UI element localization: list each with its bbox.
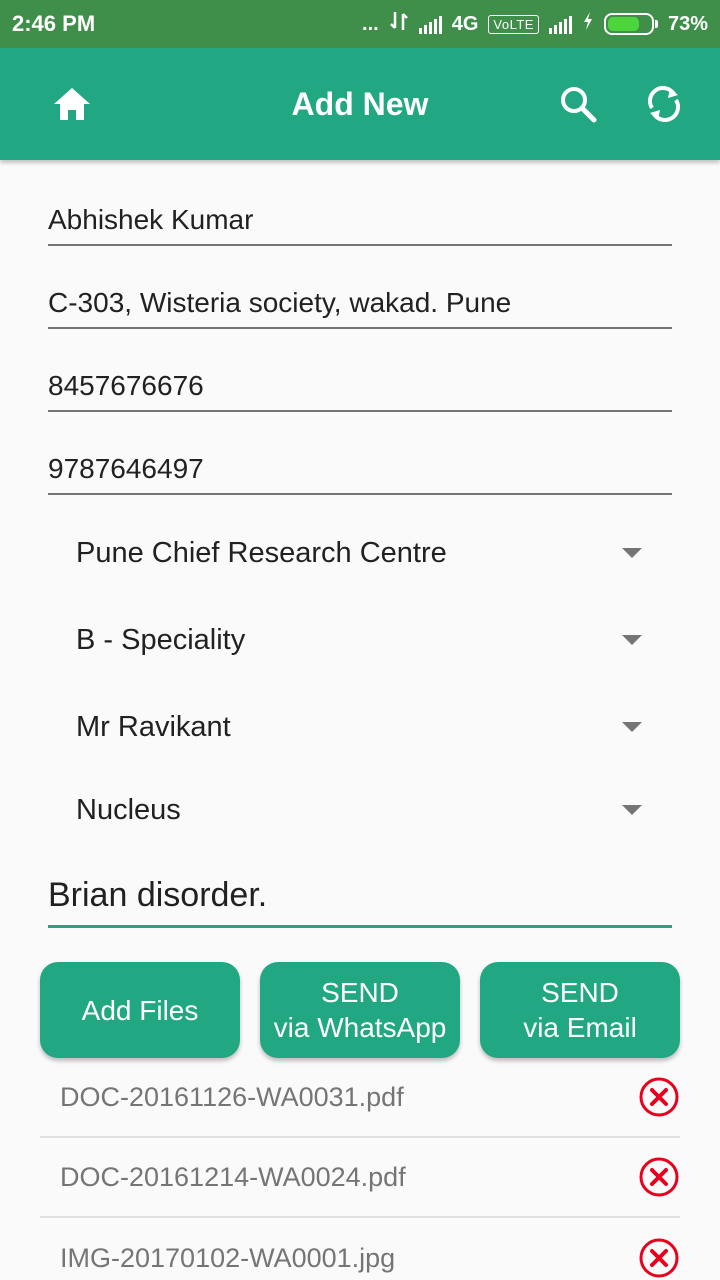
status-indicators: ... 4G VoLTE 73% (362, 10, 708, 38)
status-bar: 2:46 PM ... 4G VoLTE 73% (0, 0, 720, 48)
doctor-dropdown[interactable]: Mr Ravikant (48, 697, 672, 757)
notes-value: Brian disorder. (48, 876, 268, 914)
speciality-dropdown[interactable]: B - Speciality (48, 610, 672, 670)
phone-value-2: 9787646497 (48, 453, 204, 484)
phone-field-2[interactable]: 9787646497 (48, 453, 672, 495)
add-files-button[interactable]: Add Files (40, 962, 240, 1058)
phone-value-1: 8457676676 (48, 370, 204, 401)
page-title: Add New (291, 86, 429, 122)
file-list-item: DOC-20161126-WA0031.pdf (40, 1058, 680, 1138)
send-email-label-2: via Email (523, 1012, 637, 1043)
file-name: DOC-20161214-WA0024.pdf (60, 1161, 406, 1192)
file-name: IMG-20170102-WA0001.jpg (60, 1242, 396, 1273)
signal-strength-icon-2 (548, 14, 572, 34)
battery-icon (603, 13, 658, 35)
notes-field[interactable]: Brian disorder. (48, 876, 672, 928)
network-type: 4G (451, 12, 479, 35)
charging-icon (582, 11, 594, 37)
name-field[interactable]: Abhishek Kumar (48, 204, 672, 246)
data-transfer-icon (389, 10, 409, 38)
file-list-item: IMG-20170102-WA0001.jpg (40, 1218, 680, 1280)
dropdown-arrow-icon (622, 548, 642, 558)
send-whatsapp-label-2: via WhatsApp (273, 1012, 447, 1043)
notification-dots: ... (362, 12, 379, 35)
name-value: Abhishek Kumar (48, 204, 254, 235)
status-time: 2:46 PM (12, 11, 96, 36)
add-files-label: Add Files (81, 994, 199, 1026)
speciality-value: B - Speciality (76, 623, 246, 656)
hospital-value: Nucleus (76, 793, 181, 826)
battery-percent: 73% (667, 12, 708, 35)
signal-strength-icon (418, 14, 442, 34)
centre-value: Pune Chief Research Centre (76, 536, 447, 569)
remove-file-icon[interactable] (638, 1156, 680, 1198)
doctor-value: Mr Ravikant (76, 710, 231, 743)
remove-file-icon[interactable] (638, 1237, 680, 1279)
dropdown-arrow-icon (622, 722, 642, 732)
phone-field-1[interactable]: 8457676676 (48, 370, 672, 412)
address-value: C-303, Wisteria society, wakad. Pune (48, 287, 512, 318)
send-email-label-1: SEND (541, 977, 619, 1008)
app-bar: Add New (0, 48, 720, 160)
centre-dropdown[interactable]: Pune Chief Research Centre (48, 523, 672, 583)
remove-file-icon[interactable] (638, 1076, 680, 1118)
send-whatsapp-button[interactable]: SEND via WhatsApp (260, 962, 460, 1058)
search-icon[interactable] (556, 82, 600, 126)
dropdown-arrow-icon (622, 805, 642, 815)
dropdown-arrow-icon (622, 635, 642, 645)
address-field[interactable]: C-303, Wisteria society, wakad. Pune (48, 287, 672, 329)
file-name: DOC-20161126-WA0031.pdf (60, 1081, 404, 1112)
send-email-button[interactable]: SEND via Email (480, 962, 680, 1058)
hospital-dropdown[interactable]: Nucleus (48, 780, 672, 840)
refresh-icon[interactable] (642, 82, 686, 126)
volte-badge: VoLTE (488, 14, 539, 34)
file-list-item: DOC-20161214-WA0024.pdf (40, 1138, 680, 1218)
home-icon[interactable] (50, 82, 94, 126)
send-whatsapp-label-1: SEND (321, 977, 399, 1008)
